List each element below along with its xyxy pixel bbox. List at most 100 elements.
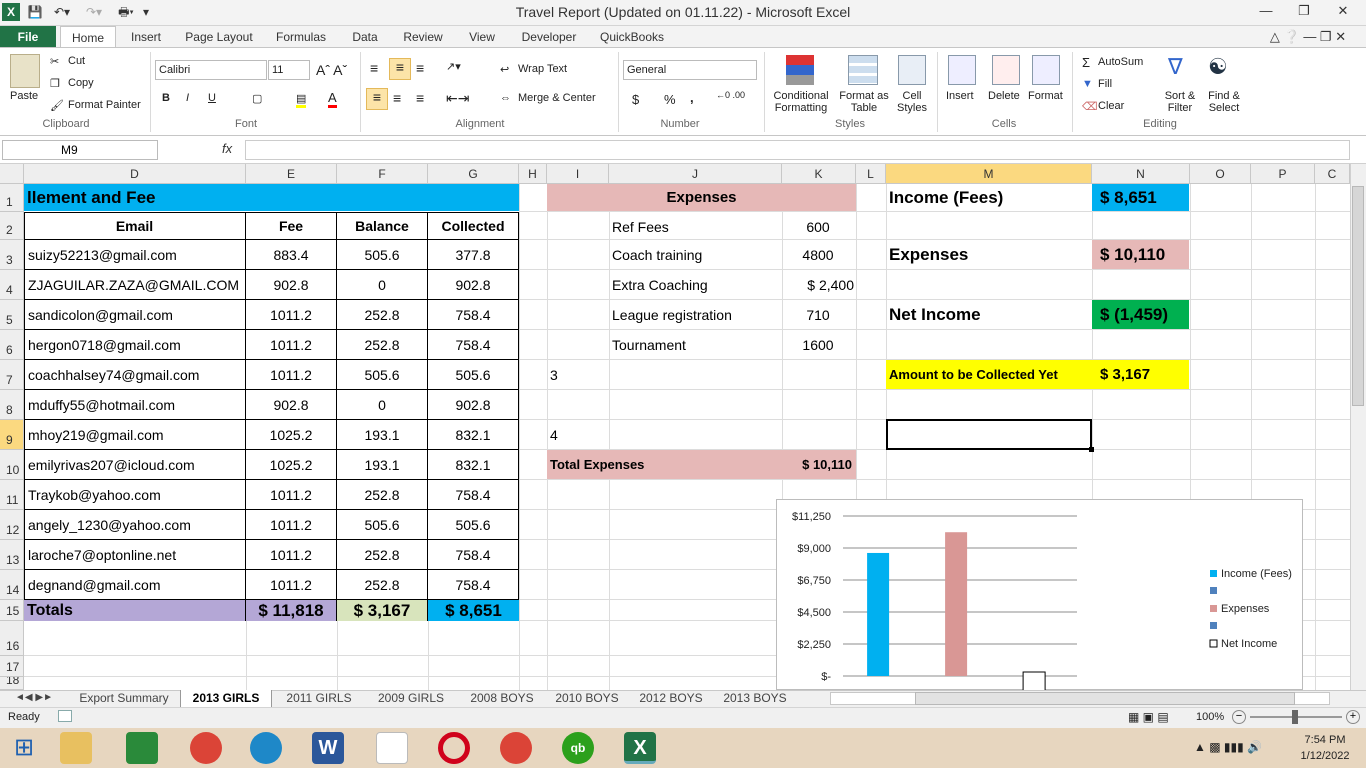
cell-collected[interactable]: 758.4	[428, 300, 519, 330]
total-expenses-value[interactable]: $ 10,110	[782, 450, 852, 479]
row-header-15[interactable]: 15	[0, 600, 24, 621]
row-header-8[interactable]: 8	[0, 390, 24, 420]
expense-amount[interactable]: 4800	[782, 240, 854, 270]
expense-name[interactable]: Ref Fees	[612, 212, 780, 242]
expense-name[interactable]: Extra Coaching	[612, 270, 780, 300]
fill-icon[interactable]: ▼	[1082, 78, 1093, 90]
cell-balance[interactable]: 252.8	[337, 480, 428, 510]
column-header-p[interactable]: P	[1251, 164, 1315, 184]
cut-button[interactable]: Cut	[68, 55, 85, 67]
sheet-tab-2008-boys[interactable]: 2008 BOYS	[458, 690, 546, 707]
cell-balance[interactable]: 193.1	[337, 450, 428, 480]
cell-i7[interactable]: 3	[550, 360, 606, 390]
tab-formulas[interactable]: Formulas	[268, 26, 334, 48]
expense-amount[interactable]: 710	[782, 300, 854, 330]
clear-icon[interactable]: ⌫	[1082, 100, 1098, 113]
row-header-16[interactable]: 16	[0, 621, 24, 656]
cell-balance[interactable]: 505.6	[337, 510, 428, 540]
expenses-label[interactable]: Expenses	[889, 240, 1089, 269]
header-email[interactable]: Email	[24, 212, 246, 240]
summary-chart[interactable]: $11,250 $9,000 $6,750 $4,500 $2,250 $- Income …	[776, 499, 1303, 697]
format-table-icon[interactable]	[848, 55, 878, 85]
row-header-13[interactable]: 13	[0, 540, 24, 570]
edge-icon[interactable]	[250, 732, 282, 764]
cell-balance[interactable]: 0	[337, 270, 428, 300]
cell-email[interactable]: ZJAGUILAR.ZAZA@GMAIL.COM	[24, 270, 246, 300]
sheet-tab-2012-boys[interactable]: 2012 BOYS	[630, 690, 712, 707]
autosum-button[interactable]: AutoSum	[1098, 56, 1143, 68]
cell-balance[interactable]: 252.8	[337, 330, 428, 360]
tab-data[interactable]: Data	[344, 26, 386, 48]
header-collected[interactable]: Collected	[428, 212, 519, 240]
cell-collected[interactable]: 902.8	[428, 270, 519, 300]
cell-balance[interactable]: 193.1	[337, 420, 428, 450]
cell-collected[interactable]: 758.4	[428, 570, 519, 600]
tab-page-layout[interactable]: Page Layout	[178, 26, 260, 48]
tab-insert[interactable]: Insert	[122, 26, 170, 48]
column-header-h[interactable]: H	[519, 164, 547, 184]
cell-balance[interactable]: 252.8	[337, 570, 428, 600]
cell-i9[interactable]: 4	[550, 420, 606, 450]
row-header-11[interactable]: 11	[0, 480, 24, 510]
quickbooks-icon[interactable]: qb	[562, 732, 594, 764]
cell-fee[interactable]: 1025.2	[246, 450, 337, 480]
conditional-formatting-icon[interactable]	[786, 55, 814, 85]
cell-email[interactable]: suizy52213@gmail.com	[24, 240, 246, 270]
decimal-icon[interactable]: ←0 .00	[716, 90, 745, 100]
currency-button[interactable]: $	[632, 92, 639, 107]
cell-collected[interactable]: 377.8	[428, 240, 519, 270]
zoom-thumb[interactable]	[1292, 710, 1298, 724]
row-header-3[interactable]: 3	[0, 240, 24, 270]
paste-icon[interactable]	[10, 54, 40, 88]
cell-email[interactable]: mhoy219@gmail.com	[24, 420, 246, 450]
align-right-icon[interactable]: ≡	[416, 90, 424, 106]
cell-email[interactable]: angely_1230@yahoo.com	[24, 510, 246, 540]
zoom-in-icon[interactable]: +	[1346, 710, 1360, 724]
grow-font-icon[interactable]: Aˆ Aˇ	[316, 62, 347, 78]
sort-filter-icon[interactable]: ∇	[1168, 54, 1183, 80]
cell-collected[interactable]: 505.6	[428, 360, 519, 390]
column-header-i[interactable]: I	[547, 164, 609, 184]
cell-fee[interactable]: 1011.2	[246, 480, 337, 510]
cell-email[interactable]: Traykob@yahoo.com	[24, 480, 246, 510]
conditional-formatting-button[interactable]: Conditional Formatting	[768, 90, 834, 114]
cell-collected[interactable]: 758.4	[428, 540, 519, 570]
income-value[interactable]: $ 8,651	[1092, 184, 1189, 211]
wrap-text-button[interactable]: Wrap Text	[518, 63, 567, 75]
column-header-j[interactable]: J	[609, 164, 782, 184]
cell-collected[interactable]: 758.4	[428, 480, 519, 510]
column-header-l[interactable]: L	[856, 164, 886, 184]
zoom-level[interactable]: 100%	[1196, 711, 1224, 723]
tab-home[interactable]: Home	[60, 26, 116, 48]
excel-taskbar-icon[interactable]: X	[624, 732, 656, 764]
font-name-select[interactable]: Calibri	[155, 60, 267, 80]
align-bottom-icon[interactable]: ≡	[416, 60, 424, 76]
formula-input[interactable]	[245, 140, 1350, 160]
collect-label[interactable]: Amount to be Collected Yet	[886, 360, 1092, 389]
tab-view[interactable]: View	[460, 26, 504, 48]
column-header-n[interactable]: N	[1092, 164, 1190, 184]
cell-styles-icon[interactable]	[898, 55, 926, 85]
tab-developer[interactable]: Developer	[514, 26, 584, 48]
cell-collected[interactable]: 505.6	[428, 510, 519, 540]
cell-balance[interactable]: 505.6	[337, 240, 428, 270]
column-header-d[interactable]: D	[24, 164, 246, 184]
align-left-icon[interactable]: ≡	[366, 88, 388, 110]
cell-fee[interactable]: 883.4	[246, 240, 337, 270]
sheet-tab-2013-boys[interactable]: 2013 BOYS	[714, 690, 796, 707]
expense-name[interactable]: Tournament	[612, 330, 780, 360]
totals-label[interactable]: Totals	[24, 600, 246, 621]
opera-icon[interactable]	[438, 732, 470, 764]
store-icon[interactable]	[126, 732, 158, 764]
expense-name[interactable]: League registration	[612, 300, 780, 330]
cell-collected[interactable]: 832.1	[428, 450, 519, 480]
row-header-5[interactable]: 5	[0, 300, 24, 330]
copy-button[interactable]: Copy	[68, 77, 94, 89]
comma-button[interactable]: ,	[690, 90, 694, 105]
insert-cells-icon[interactable]	[948, 55, 976, 85]
italic-icon[interactable]: I	[186, 92, 189, 104]
cell-fee[interactable]: 1011.2	[246, 300, 337, 330]
font-size-select[interactable]: 11	[268, 60, 310, 80]
cut-icon[interactable]: ✂	[50, 55, 59, 68]
zoom-slider[interactable]: − +	[1232, 710, 1360, 724]
